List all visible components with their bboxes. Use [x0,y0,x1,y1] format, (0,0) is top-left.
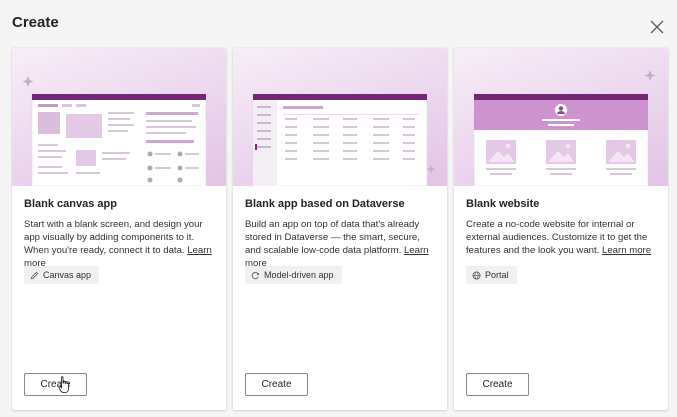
learn-more-link[interactable]: Learn more [602,245,651,256]
card-blank-website[interactable]: Blank website Create a no-code website f… [454,48,668,410]
card-title: Blank canvas app [24,198,117,210]
description-text: Start with a blank screen, and design yo… [24,219,203,256]
tag-model-driven-app: Model-driven app [245,266,342,284]
card-description: Build an app on top of data that's alrea… [245,218,437,270]
create-button[interactable]: Create [466,373,529,396]
create-button[interactable]: Create [24,373,87,396]
canvas-app-illustration [12,48,226,186]
tag-label: Model-driven app [264,270,334,280]
template-cards: Blank canvas app Start with a blank scre… [12,48,668,410]
card-description: Start with a blank screen, and design yo… [24,218,216,270]
tag-portal: Portal [466,266,517,284]
model-driven-icon [251,271,259,279]
card-blank-dataverse-app[interactable]: Blank app based on Dataverse Build an ap… [233,48,447,410]
close-button[interactable] [648,18,666,36]
create-dialog: Create Blank canvas app Start with a bla… [0,0,677,417]
card-title: Blank website [466,198,540,210]
tag-label: Portal [485,270,509,280]
dialog-title: Create [12,14,59,31]
globe-icon [472,270,481,280]
pencil-icon [30,271,39,279]
card-blank-canvas-app[interactable]: Blank canvas app Start with a blank scre… [12,48,226,410]
create-button[interactable]: Create [245,373,308,396]
tag-label: Canvas app [43,270,92,280]
website-illustration [454,48,668,186]
card-description: Create a no-code website for internal or… [466,218,658,257]
description-text: Build an app on top of data that's alrea… [245,219,420,256]
close-icon [650,20,664,34]
tag-canvas-app: Canvas app [24,266,100,284]
card-title: Blank app based on Dataverse [245,198,405,210]
model-driven-illustration [233,48,447,186]
